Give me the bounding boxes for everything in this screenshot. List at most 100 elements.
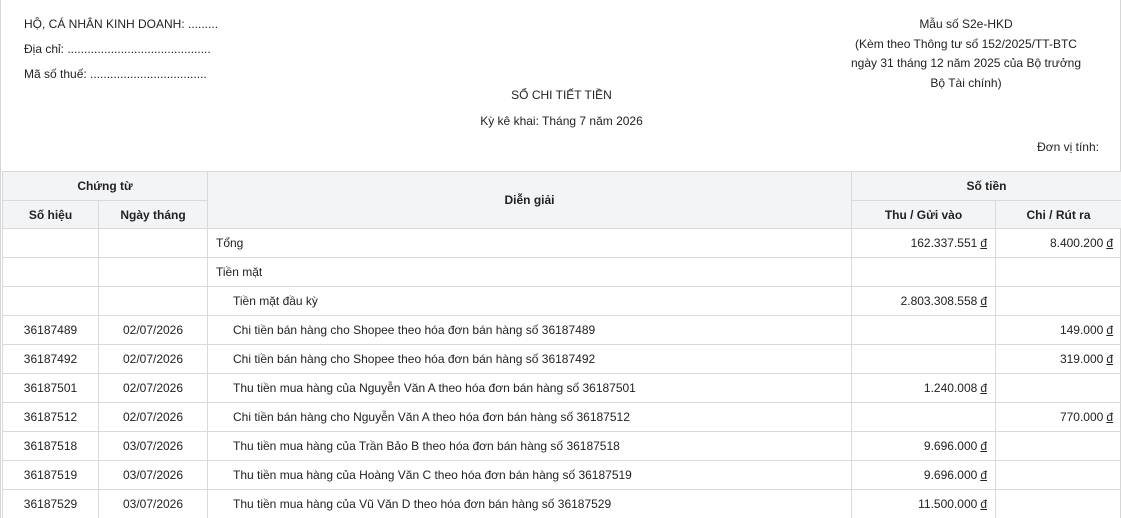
form-reference-line-1: (Kèm theo Thông tư số 152/2025/TT-BTC [855, 36, 1077, 51]
voucher-date-cell: 02/07/2026 [98, 402, 208, 432]
table-row: 36187492 02/07/2026 Chi tiền bán hàng cho … [2, 344, 1121, 374]
currency-symbol: đ [1106, 410, 1114, 424]
expense-cell: 149.000 đ [994, 315, 1121, 345]
currency-symbol: đ [980, 497, 987, 511]
table-row: 36187518 03/07/2026 Thu tiền mua hàng của … [2, 431, 1121, 461]
business-info: HỘ, CÁ NHÂN KINH DOANH: ......... Địa ch… [24, 12, 218, 87]
expense-cell [994, 431, 1121, 461]
expense-amount: 8.400.200 [1049, 236, 1104, 250]
voucher-no-header: Số hiệu [2, 200, 99, 229]
table-row: Tiền mặt [2, 257, 1121, 287]
expense-amount: 149.000 [1059, 323, 1104, 337]
table-row: 36187501 02/07/2026 Thu tiền mua hàng của … [2, 373, 1121, 403]
voucher-no-cell [2, 286, 99, 316]
income-cell: 162.337.551 đ [851, 228, 996, 258]
page-title: SỔ CHI TIẾT TIỀN [511, 88, 612, 102]
form-reference-line-2: ngày 31 tháng 12 năm 2025 của Bộ trưởng [850, 56, 1082, 70]
table-body: Tổng 162.337.551 đ 8.400.200 đ Tiền mặt Tiền m… [2, 228, 1121, 518]
income-header: Thu / Gửi vào [851, 200, 996, 229]
currency-symbol: đ [1106, 236, 1114, 250]
currency-symbol: đ [980, 294, 987, 308]
voucher-no-cell: 36187519 [2, 460, 99, 490]
address-line: Địa chỉ: ...............................… [24, 42, 211, 56]
voucher-date-cell [98, 257, 208, 287]
currency-symbol: đ [980, 236, 987, 250]
income-amount: 2.803.308.558 [900, 294, 978, 308]
voucher-date-cell [98, 286, 208, 316]
description-cell: Thu tiền mua hàng của Vũ Văn D theo hóa … [207, 489, 852, 518]
income-amount: 1.240.008 [923, 381, 978, 395]
voucher-no-cell: 36187518 [2, 431, 99, 461]
voucher-date-cell: 03/07/2026 [98, 489, 208, 518]
voucher-date-cell: 02/07/2026 [98, 344, 208, 374]
expense-cell [994, 286, 1121, 316]
income-amount: 9.696.000 [923, 468, 978, 482]
unit-label: Đơn vị tính: [1037, 140, 1099, 154]
table-row: Tiền mặt đầu kỳ 2.803.308.558 đ [2, 286, 1121, 316]
currency-symbol: đ [980, 468, 987, 482]
expense-header: Chi / Rút ra [994, 200, 1121, 229]
income-cell [851, 402, 996, 432]
description-cell: Chi tiền bán hàng cho Nguyễn Văn A theo … [207, 402, 852, 432]
voucher-date-cell: 03/07/2026 [98, 460, 208, 490]
voucher-date-cell: 02/07/2026 [98, 315, 208, 345]
currency-symbol: đ [1106, 352, 1114, 366]
description-cell: Chi tiền bán hàng cho Shopee theo hóa đơ… [207, 344, 852, 374]
voucher-date-cell [98, 228, 208, 258]
expense-amount: 319.000 [1059, 352, 1104, 366]
voucher-date-cell: 02/07/2026 [98, 373, 208, 403]
voucher-no-cell: 36187529 [2, 489, 99, 518]
ledger-page: HỘ, CÁ NHÂN KINH DOANH: ......... Địa ch… [0, 0, 1121, 518]
voucher-no-cell [2, 228, 99, 258]
income-cell [851, 315, 996, 345]
currency-symbol: đ [980, 381, 987, 395]
cash-ledger-table: Chứng từ Diễn giải Số tiền Số hiệu Ngày … [2, 171, 1121, 518]
income-amount: 162.337.551 [910, 236, 978, 250]
voucher-no-cell: 36187501 [2, 373, 99, 403]
business-name-line: HỘ, CÁ NHÂN KINH DOANH: ......... [24, 17, 219, 31]
voucher-no-cell: 36187512 [2, 402, 99, 432]
expense-cell: 8.400.200 đ [994, 228, 1121, 258]
voucher-no-cell: 36187489 [2, 315, 99, 345]
income-cell [851, 257, 996, 287]
table-row: 36187512 02/07/2026 Chi tiền bán hàng cho … [2, 402, 1121, 432]
expense-cell [994, 373, 1121, 403]
voucher-no-cell: 36187492 [2, 344, 99, 374]
expense-cell [994, 489, 1121, 518]
description-cell: Chi tiền bán hàng cho Shopee theo hóa đơ… [207, 315, 852, 345]
table-row: 36187529 03/07/2026 Thu tiền mua hàng của … [2, 489, 1121, 518]
expense-cell [994, 257, 1121, 287]
voucher-header: Chứng từ [2, 171, 208, 201]
income-cell: 9.696.000 đ [851, 431, 996, 461]
voucher-date-cell: 03/07/2026 [98, 431, 208, 461]
expense-cell [994, 460, 1121, 490]
description-cell: Tiền mặt [207, 257, 852, 287]
income-cell: 1.240.008 đ [851, 373, 996, 403]
amount-header: Số tiền [850, 171, 1121, 201]
income-cell [851, 344, 996, 374]
voucher-date-header: Ngày tháng [98, 200, 208, 229]
description-cell: Thu tiền mua hàng của Nguyễn Văn A theo … [207, 373, 852, 403]
expense-amount: 770.000 [1059, 410, 1104, 424]
expense-cell: 770.000 đ [994, 402, 1121, 432]
table-row: 36187519 03/07/2026 Thu tiền mua hàng của … [2, 460, 1121, 490]
income-cell: 2.803.308.558 đ [851, 286, 996, 316]
tax-code-line: Mã số thuế: ............................… [24, 67, 207, 81]
description-cell: Tiền mặt đầu kỳ [207, 286, 852, 316]
currency-symbol: đ [1106, 323, 1114, 337]
form-reference: Mẫu số S2e-HKD (Kèm theo Thông tư số 152… [836, 15, 1096, 93]
table-row: 36187489 02/07/2026 Chi tiền bán hàng cho … [2, 315, 1121, 345]
income-cell: 11.500.000 đ [851, 489, 996, 518]
description-cell: Thu tiền mua hàng của Trần Bảo B theo hó… [207, 431, 852, 461]
income-amount: 9.696.000 [923, 439, 978, 453]
description-cell: Tổng [207, 228, 852, 258]
income-amount: 11.500.000 [918, 497, 978, 511]
description-header: Diễn giải [207, 171, 852, 229]
description-cell: Thu tiền mua hàng của Hoàng Văn C theo h… [207, 460, 852, 490]
form-number: Mẫu số S2e-HKD [919, 17, 1013, 31]
table-row: Tổng 162.337.551 đ 8.400.200 đ [2, 228, 1121, 258]
expense-cell: 319.000 đ [994, 344, 1121, 374]
reporting-period: Kỳ kê khai: Tháng 7 năm 2026 [480, 114, 643, 128]
voucher-no-cell [2, 257, 99, 287]
income-cell: 9.696.000 đ [851, 460, 996, 490]
